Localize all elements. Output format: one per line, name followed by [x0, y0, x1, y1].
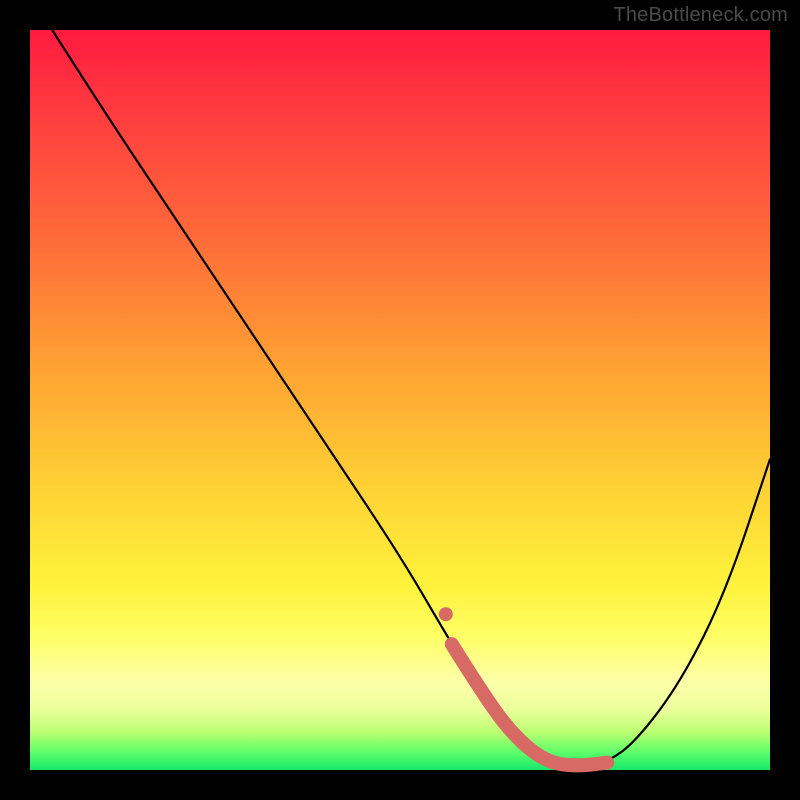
curve-layer	[30, 30, 770, 770]
chart-frame: TheBottleneck.com	[0, 0, 800, 800]
watermark-text: TheBottleneck.com	[613, 4, 788, 27]
optimal-zone-dot	[439, 607, 453, 621]
optimal-zone-stroke	[452, 644, 607, 765]
bottleneck-curve	[52, 30, 770, 765]
optimal-zone	[439, 607, 607, 765]
plot-area	[30, 30, 770, 770]
